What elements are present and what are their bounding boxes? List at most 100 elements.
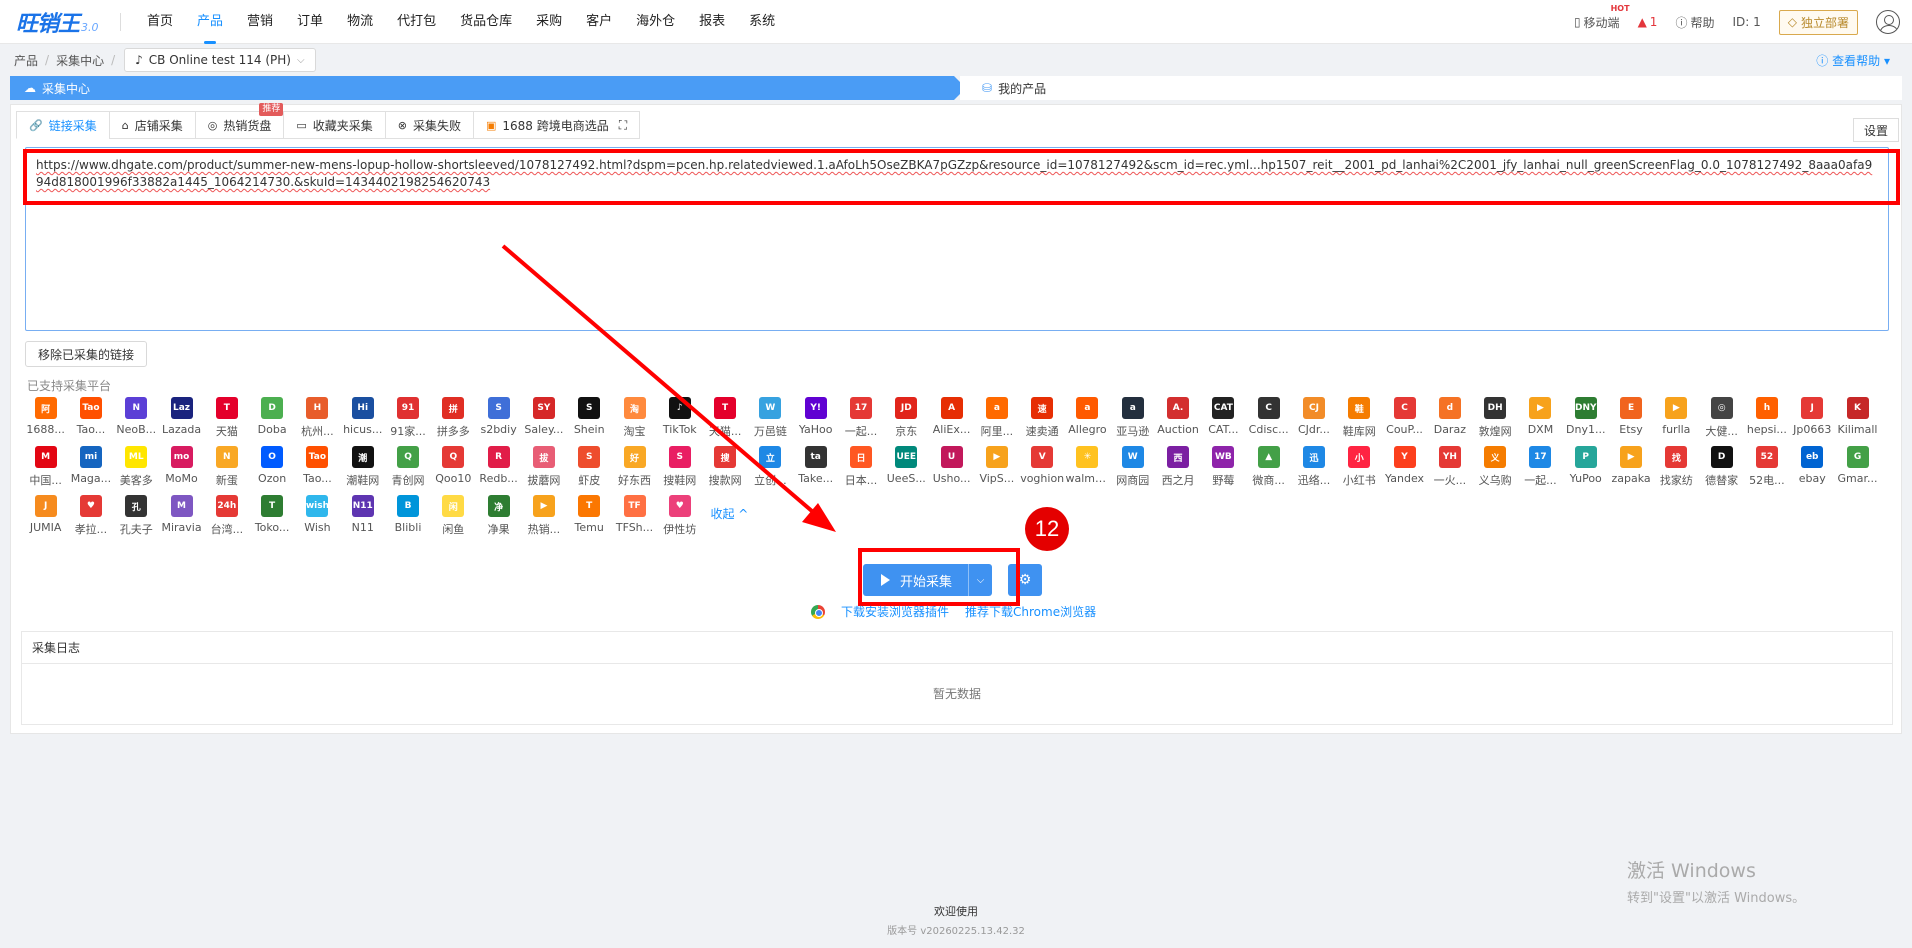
platform-item[interactable]: 17 一起... bbox=[1518, 444, 1563, 493]
platform-item[interactable]: WB 野莓 bbox=[1201, 444, 1246, 493]
menu-item[interactable]: 产品 bbox=[185, 0, 235, 44]
platform-item[interactable]: Hi hicus... bbox=[340, 395, 385, 444]
platform-item[interactable]: R Redb... bbox=[476, 444, 521, 493]
menu-item[interactable]: 货品仓库 bbox=[448, 0, 524, 44]
menu-item[interactable]: 海外仓 bbox=[624, 0, 687, 44]
platform-item[interactable]: ▶ DXM bbox=[1518, 395, 1563, 444]
menu-item[interactable]: 代打包 bbox=[385, 0, 448, 44]
platform-item[interactable]: 速速卖通 bbox=[1020, 395, 1065, 444]
platform-item[interactable]: T Temu bbox=[567, 493, 612, 542]
platform-item[interactable]: ♪ TikTok bbox=[657, 395, 702, 444]
platform-item[interactable]: E Etsy bbox=[1608, 395, 1653, 444]
platform-item[interactable]: 搜搜款网 bbox=[702, 444, 747, 493]
platform-item[interactable]: P YuPoo bbox=[1563, 444, 1608, 493]
platform-item[interactable]: A AliEx... bbox=[929, 395, 974, 444]
platform-item[interactable]: 迅迅络... bbox=[1291, 444, 1336, 493]
platform-item[interactable]: D 德替家 bbox=[1699, 444, 1744, 493]
platform-item[interactable]: T Toko... bbox=[249, 493, 294, 542]
platform-item[interactable]: J Jp0663 bbox=[1790, 395, 1835, 444]
platform-item[interactable]: 西西之月 bbox=[1155, 444, 1200, 493]
platform-item[interactable]: a Allegro bbox=[1065, 395, 1110, 444]
deploy-button[interactable]: ◇ 独立部署 bbox=[1778, 9, 1858, 35]
menu-item[interactable]: 系统 bbox=[737, 0, 787, 44]
platform-item[interactable]: B Blibli bbox=[385, 493, 430, 542]
platform-item[interactable]: 拔拔蘑网 bbox=[521, 444, 566, 493]
collapse-platforms-link[interactable]: 收起 ^ bbox=[702, 493, 752, 542]
download-chrome-link[interactable]: 推荐下载Chrome浏览器 bbox=[965, 603, 1096, 620]
platform-item[interactable]: d Daraz bbox=[1427, 395, 1472, 444]
platform-item[interactable]: ✳ walmart bbox=[1065, 444, 1110, 493]
user-avatar-icon[interactable] bbox=[1876, 10, 1900, 34]
platform-item[interactable]: S 搜鞋网 bbox=[657, 444, 702, 493]
platform-item[interactable]: D Doba bbox=[249, 395, 294, 444]
alert-button[interactable]: ▲ 1 bbox=[1638, 15, 1658, 29]
platform-item[interactable]: M Miravia bbox=[159, 493, 204, 542]
platform-item[interactable]: 义义乌购 bbox=[1473, 444, 1518, 493]
platform-item[interactable]: mi Maga... bbox=[68, 444, 113, 493]
platform-item[interactable]: N NeoB... bbox=[114, 395, 159, 444]
platform-item[interactable]: SY Saley... bbox=[521, 395, 566, 444]
install-plugin-link[interactable]: 下载安装浏览器插件 bbox=[841, 603, 949, 620]
platform-item[interactable]: Vvoghion bbox=[1020, 444, 1065, 493]
platform-item[interactable]: 闲闲鱼 bbox=[431, 493, 476, 542]
platform-item[interactable]: M 中国... bbox=[23, 444, 68, 493]
platform-item[interactable]: 净净果 bbox=[476, 493, 521, 542]
platform-item[interactable]: CJ CJdr... bbox=[1291, 395, 1336, 444]
platform-item[interactable]: N 新蛋 bbox=[204, 444, 249, 493]
platform-item[interactable]: ♥ 伊性坊 bbox=[657, 493, 702, 542]
tab-4[interactable]: ⊗ 采集失败 bbox=[384, 111, 473, 139]
platform-item[interactable]: 91 91家... bbox=[385, 395, 430, 444]
tab-1[interactable]: ⌂ 店铺采集 bbox=[108, 111, 195, 139]
platform-item[interactable]: O Ozon bbox=[249, 444, 294, 493]
platform-item[interactable]: Ss2bdiy bbox=[476, 395, 521, 444]
platform-item[interactable]: Tao Tao... bbox=[295, 444, 340, 493]
platform-item[interactable]: Q Qoo10 bbox=[431, 444, 476, 493]
platform-item[interactable]: ta Take... bbox=[793, 444, 838, 493]
platform-item[interactable]: 孔孔夫子 bbox=[114, 493, 159, 542]
platform-item[interactable]: Y Yandex bbox=[1382, 444, 1427, 493]
platform-item[interactable]: 24h 台湾... bbox=[204, 493, 249, 542]
platform-item[interactable]: 日日本... bbox=[838, 444, 883, 493]
settings-button[interactable]: 设置 bbox=[1852, 118, 1899, 142]
remove-collected-button[interactable]: 移除已采集的链接 bbox=[25, 341, 148, 367]
platform-item[interactable]: A. Auction bbox=[1155, 395, 1200, 444]
platform-item[interactable]: 找找家纺 bbox=[1654, 444, 1699, 493]
platform-item[interactable]: W 万邑链 bbox=[748, 395, 793, 444]
platform-item[interactable]: Y! YaHoo bbox=[793, 395, 838, 444]
breadcrumb-item-product[interactable]: 产品 bbox=[14, 52, 38, 69]
tab-2[interactable]: ◎ 热销货盘 推荐 bbox=[194, 103, 284, 139]
platform-item[interactable]: CAT CAT... bbox=[1201, 395, 1246, 444]
platform-item[interactable]: U Usho... bbox=[929, 444, 974, 493]
platform-item[interactable]: ▶ VipS... bbox=[974, 444, 1019, 493]
step-my-products[interactable]: ⛁ 我的产品 bbox=[960, 76, 1902, 100]
step-collect-center[interactable]: ☁ 采集中心 bbox=[10, 76, 966, 100]
platform-item[interactable]: ♥ 孝拉... bbox=[68, 493, 113, 542]
platform-item[interactable]: a 阿里... bbox=[974, 395, 1019, 444]
platform-item[interactable]: 淘淘宝 bbox=[612, 395, 657, 444]
menu-item[interactable]: 订单 bbox=[285, 0, 335, 44]
platform-item[interactable]: T 天猫 bbox=[204, 395, 249, 444]
platform-item[interactable]: 小小红书 bbox=[1337, 444, 1382, 493]
tab-0[interactable]: 🔗 链接采集 bbox=[16, 111, 109, 139]
platform-item[interactable]: K Kilimall bbox=[1835, 395, 1880, 444]
platform-item[interactable]: T 天猫... bbox=[702, 395, 747, 444]
menu-item[interactable]: 客户 bbox=[574, 0, 624, 44]
platform-item[interactable]: ML 美客多 bbox=[114, 444, 159, 493]
platform-item[interactable]: TF TFSh... bbox=[612, 493, 657, 542]
platform-item[interactable]: 潮潮鞋网 bbox=[340, 444, 385, 493]
platform-item[interactable]: ▶ 热销... bbox=[521, 493, 566, 542]
menu-item[interactable]: 物流 bbox=[335, 0, 385, 44]
platform-item[interactable]: ▶ zapaka bbox=[1608, 444, 1653, 493]
menu-item[interactable]: 报表 bbox=[687, 0, 737, 44]
platform-item[interactable]: Q 青创网 bbox=[385, 444, 430, 493]
platform-item[interactable]: ▶ furlla bbox=[1654, 395, 1699, 444]
mobile-link[interactable]: ▯ 移动端 HOT bbox=[1574, 4, 1630, 31]
platform-item[interactable]: 17 一起... bbox=[838, 395, 883, 444]
platform-item[interactable]: Laz Lazada bbox=[159, 395, 204, 444]
menu-item[interactable]: 营销 bbox=[235, 0, 285, 44]
shop-select[interactable]: ♪ CB Online test 114 (PH) ⌵ bbox=[124, 48, 316, 72]
platform-item[interactable]: 好好东西 bbox=[612, 444, 657, 493]
breadcrumb-item-collect[interactable]: 采集中心 bbox=[56, 52, 104, 69]
platform-item[interactable]: mo MoMo bbox=[159, 444, 204, 493]
platform-item[interactable]: 立立创... bbox=[748, 444, 793, 493]
